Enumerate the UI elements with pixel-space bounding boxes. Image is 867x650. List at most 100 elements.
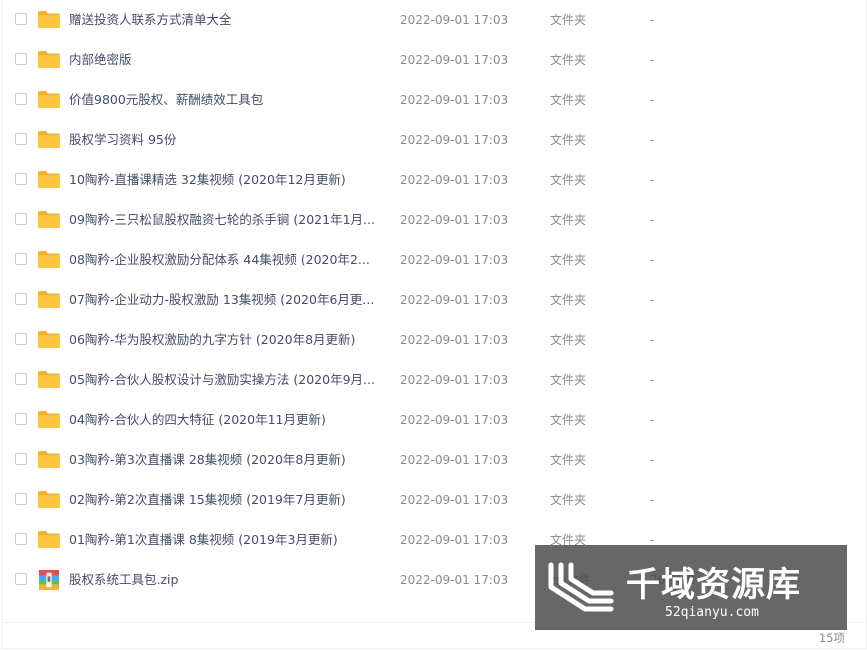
file-modified-time: 2022-09-01 17:03 — [400, 93, 509, 107]
file-row[interactable]: 04陶矜-合伙人的四大特征 (2020年11月更新) 2022-09-01 17:… — [2, 400, 865, 440]
file-type: 文件夹 — [550, 13, 587, 27]
file-size: - — [650, 413, 655, 427]
file-modified-time: 2022-09-01 17:03 — [400, 453, 509, 467]
file-type: 文件夹 — [550, 213, 587, 227]
folder-icon — [38, 251, 60, 268]
file-modified-time: 2022-09-01 17:03 — [400, 293, 509, 307]
row-checkbox[interactable] — [15, 453, 27, 465]
file-row[interactable]: 赠送投资人联系方式清单大全 2022-09-01 17:03 文件夹 - — [2, 0, 865, 40]
row-checkbox[interactable] — [15, 93, 27, 105]
row-checkbox[interactable] — [15, 253, 27, 265]
file-name[interactable]: 10陶矜-直播课精选 32集视频 (2020年12月更新) — [69, 171, 346, 189]
file-row[interactable]: 价值9800元股权、薪酬绩效工具包 2022-09-01 17:03 文件夹 - — [2, 80, 865, 120]
file-name[interactable]: 09陶矜-三只松鼠股权融资七轮的杀手锏 (2021年1月... — [69, 211, 375, 229]
file-type: 文件夹 — [550, 53, 587, 67]
file-name[interactable]: 07陶矜-企业动力-股权激励 13集视频 (2020年6月更... — [69, 291, 374, 309]
file-row[interactable]: 10陶矜-直播课精选 32集视频 (2020年12月更新) 2022-09-01 … — [2, 160, 865, 200]
row-checkbox[interactable] — [15, 53, 27, 65]
file-modified-time: 2022-09-01 17:03 — [400, 253, 509, 267]
file-size: - — [650, 173, 655, 187]
watermark-url: 52qianyu.com — [665, 605, 759, 620]
file-type: 文件夹 — [550, 173, 587, 187]
file-type: 文件夹 — [550, 133, 587, 147]
row-checkbox[interactable] — [15, 13, 27, 25]
file-row[interactable]: 07陶矜-企业动力-股权激励 13集视频 (2020年6月更... 2022-09… — [2, 280, 865, 320]
row-checkbox[interactable] — [15, 373, 27, 385]
folder-icon — [38, 451, 60, 468]
file-row[interactable]: 06陶矜-华为股权激励的九字方针 (2020年8月更新) 2022-09-01 1… — [2, 320, 865, 360]
file-type: 文件夹 — [550, 93, 587, 107]
file-name[interactable]: 03陶矜-第3次直播课 28集视频 (2020年8月更新) — [69, 451, 346, 469]
file-row[interactable]: 02陶矜-第2次直播课 15集视频 (2019年7月更新) 2022-09-01 … — [2, 480, 865, 520]
folder-icon — [38, 11, 60, 28]
row-checkbox[interactable] — [15, 293, 27, 305]
file-size: - — [650, 93, 655, 107]
file-name[interactable]: 内部绝密版 — [69, 51, 132, 69]
file-size: - — [650, 493, 655, 507]
file-modified-time: 2022-09-01 17:03 — [400, 373, 509, 387]
file-name[interactable]: 价值9800元股权、薪酬绩效工具包 — [69, 91, 263, 109]
row-checkbox[interactable] — [15, 413, 27, 425]
file-size: - — [650, 133, 655, 147]
file-name[interactable]: 02陶矜-第2次直播课 15集视频 (2019年7月更新) — [69, 491, 346, 509]
row-checkbox[interactable] — [15, 333, 27, 345]
file-size: - — [650, 453, 655, 467]
file-name[interactable]: 赠送投资人联系方式清单大全 — [69, 11, 232, 29]
row-checkbox[interactable] — [15, 573, 27, 585]
row-checkbox[interactable] — [15, 133, 27, 145]
file-name[interactable]: 06陶矜-华为股权激励的九字方针 (2020年8月更新) — [69, 331, 355, 349]
file-name[interactable]: 股权学习资料 95份 — [69, 131, 176, 149]
file-modified-time: 2022-09-01 17:03 — [400, 533, 509, 547]
file-modified-time: 2022-09-01 17:03 — [400, 333, 509, 347]
file-modified-time: 2022-09-01 17:03 — [400, 13, 509, 27]
row-checkbox[interactable] — [15, 533, 27, 545]
file-size: - — [650, 53, 655, 67]
file-size: - — [650, 213, 655, 227]
folder-icon — [38, 491, 60, 508]
row-checkbox[interactable] — [15, 493, 27, 505]
folder-icon — [38, 411, 60, 428]
file-row[interactable]: 03陶矜-第3次直播课 28集视频 (2020年8月更新) 2022-09-01 … — [2, 440, 865, 480]
file-name[interactable]: 04陶矜-合伙人的四大特征 (2020年11月更新) — [69, 411, 326, 429]
file-size: - — [650, 333, 655, 347]
folder-icon — [38, 51, 60, 68]
folder-icon — [38, 211, 60, 228]
folder-icon — [38, 531, 60, 548]
file-name[interactable]: 股权系统工具包.zip — [69, 571, 178, 589]
file-name[interactable]: 01陶矜-第1次直播课 8集视频 (2019年3月更新) — [69, 531, 338, 549]
folder-icon — [38, 91, 60, 108]
file-name[interactable]: 05陶矜-合伙人股权设计与激励实操方法 (2020年9月... — [69, 371, 375, 389]
file-row[interactable]: 内部绝密版 2022-09-01 17:03 文件夹 - — [2, 40, 865, 80]
file-modified-time: 2022-09-01 17:03 — [400, 493, 509, 507]
file-modified-time: 2022-09-01 17:03 — [400, 213, 509, 227]
file-size: - — [650, 13, 655, 27]
file-modified-time: 2022-09-01 17:03 — [400, 133, 509, 147]
watermark: 千域资源库 52qianyu.com — [535, 545, 847, 630]
file-type: 文件夹 — [550, 413, 587, 427]
file-name[interactable]: 08陶矜-企业股权激励分配体系 44集视频 (2020年2... — [69, 251, 370, 269]
file-type: 文件夹 — [550, 333, 587, 347]
file-modified-time: 2022-09-01 17:03 — [400, 53, 509, 67]
file-row[interactable]: 股权学习资料 95份 2022-09-01 17:03 文件夹 - — [2, 120, 865, 160]
folder-icon — [38, 291, 60, 308]
file-size: - — [650, 373, 655, 387]
file-row[interactable]: 09陶矜-三只松鼠股权融资七轮的杀手锏 (2021年1月... 2022-09-0… — [2, 200, 865, 240]
folder-icon — [38, 131, 60, 148]
file-type: 文件夹 — [550, 373, 587, 387]
file-type: 文件夹 — [550, 253, 587, 267]
zip-archive-icon — [39, 570, 61, 590]
folder-icon — [38, 331, 60, 348]
file-type: 文件夹 — [550, 453, 587, 467]
watermark-logo-icon — [548, 562, 614, 612]
file-modified-time: 2022-09-01 17:03 — [400, 413, 509, 427]
file-row[interactable]: 05陶矜-合伙人股权设计与激励实操方法 (2020年9月... 2022-09-0… — [2, 360, 865, 400]
row-checkbox[interactable] — [15, 213, 27, 225]
file-modified-time: 2022-09-01 17:03 — [400, 573, 509, 587]
item-count: 15项 — [818, 631, 845, 645]
file-type: 文件夹 — [550, 493, 587, 507]
row-checkbox[interactable] — [15, 173, 27, 185]
file-row[interactable]: 08陶矜-企业股权激励分配体系 44集视频 (2020年2... 2022-09-… — [2, 240, 865, 280]
file-size: - — [650, 253, 655, 267]
file-modified-time: 2022-09-01 17:03 — [400, 173, 509, 187]
folder-icon — [38, 171, 60, 188]
